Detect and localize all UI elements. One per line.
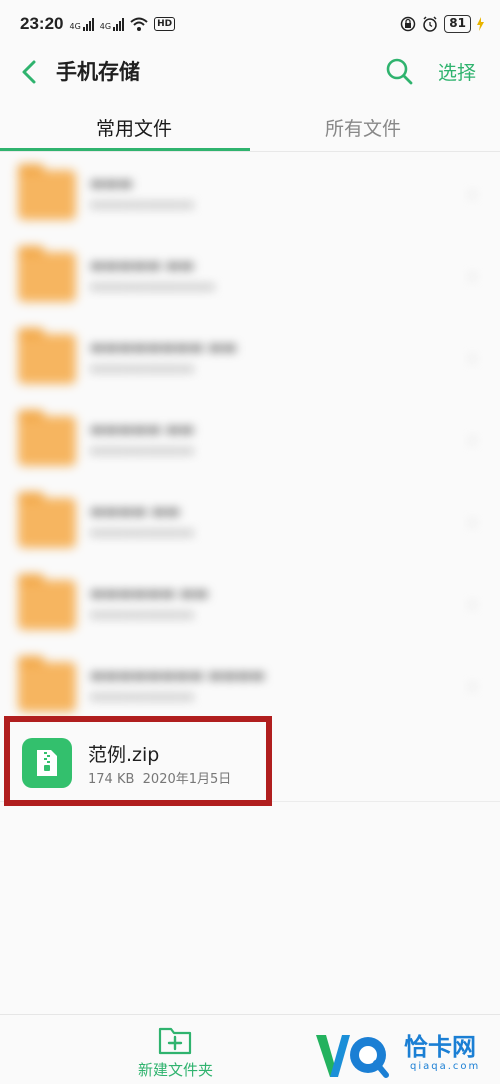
signal-icon-sim1: 4G	[69, 17, 94, 31]
chevron-right-icon: ›	[468, 594, 476, 615]
blurred-placeholder: ▬▬▬▬▬▬▬▬▬▬	[90, 690, 194, 703]
back-arrow-icon[interactable]	[18, 58, 42, 86]
tab-common-files[interactable]: 常用文件	[96, 114, 172, 141]
blurred-placeholder: ▬▬▬▬▬▬▬▬▬▬	[90, 608, 194, 621]
bottom-bar: 新建文件夹 恰卡网 qiaqa.com	[0, 1014, 500, 1084]
blurred-placeholder: ▬▬▬▬▬▬▬▬▬▬	[90, 444, 194, 457]
folder-icon	[18, 656, 76, 712]
list-item[interactable]: ▬▬▬▬▬ ▬▬ ▬▬▬▬▬▬▬▬▬▬▬▬ ›	[0, 234, 500, 316]
chevron-right-icon: ›	[468, 676, 476, 697]
alarm-icon	[423, 16, 438, 32]
app-header: 手机存储 选择	[0, 48, 500, 96]
folder-icon	[18, 410, 76, 466]
status-bar: 23:20 4G 4G HD 81	[0, 0, 500, 48]
search-icon[interactable]	[384, 56, 414, 86]
tab-all-files[interactable]: 所有文件	[325, 114, 401, 141]
select-button[interactable]: 选择	[438, 58, 476, 85]
folder-icon	[18, 574, 76, 630]
blurred-folder-list: ▬▬▬ ▬▬▬▬▬▬▬▬▬▬ › ▬▬▬▬▬ ▬▬ ▬▬▬▬▬▬▬▬▬▬▬▬ › ▬▬▬…	[0, 152, 500, 726]
signal-icon-sim2: 4G	[99, 17, 125, 31]
chevron-right-icon: ›	[468, 348, 476, 369]
blurred-placeholder: ▬▬▬▬▬▬▬▬▬▬	[90, 362, 194, 375]
blurred-placeholder: ▬▬▬▬▬▬▬▬▬▬▬▬	[90, 280, 215, 293]
list-item[interactable]: ▬▬▬▬ ▬▬ ▬▬▬▬▬▬▬▬▬▬ ›	[0, 480, 500, 562]
blurred-placeholder: ▬▬▬	[90, 174, 133, 192]
folder-icon	[18, 164, 76, 220]
network-type-label: 4G	[99, 21, 112, 31]
folder-icon	[18, 492, 76, 548]
watermark-subtext: qiaqa.com	[410, 1061, 481, 1072]
new-folder-button[interactable]: 新建文件夹	[138, 1059, 213, 1080]
list-item[interactable]: ▬▬▬▬▬▬▬▬ ▬▬▬▬ ▬▬▬▬▬▬▬▬▬▬ ›	[0, 644, 500, 726]
watermark-text: 恰卡网	[404, 1033, 476, 1061]
blurred-placeholder: ▬▬▬▬▬▬▬▬▬▬	[90, 198, 194, 211]
list-item[interactable]: ▬▬▬▬▬▬▬▬ ▬▬ ▬▬▬▬▬▬▬▬▬▬ ›	[0, 316, 500, 398]
blurred-placeholder: ▬▬▬▬▬▬▬▬ ▬▬▬▬	[90, 666, 265, 684]
watermark-logo-icon	[316, 1035, 389, 1078]
list-item[interactable]: ▬▬▬▬▬▬ ▬▬ ▬▬▬▬▬▬▬▬▬▬ ›	[0, 562, 500, 644]
folder-icon	[18, 246, 76, 302]
wifi-icon	[130, 17, 148, 31]
tab-bar: 常用文件 所有文件	[0, 108, 500, 152]
rotation-lock-icon	[401, 16, 416, 32]
list-item[interactable]: ▬▬▬ ▬▬▬▬▬▬▬▬▬▬ ›	[0, 152, 500, 234]
highlight-box	[4, 716, 272, 806]
blurred-placeholder: ▬▬▬▬▬ ▬▬	[90, 420, 194, 438]
network-type-label: 4G	[69, 21, 81, 31]
blurred-placeholder: ▬▬▬▬▬ ▬▬	[90, 256, 194, 274]
tab-active-indicator	[0, 148, 250, 151]
chevron-right-icon: ›	[468, 512, 476, 533]
list-item[interactable]: ▬▬▬▬▬ ▬▬ ▬▬▬▬▬▬▬▬▬▬ ›	[0, 398, 500, 480]
blurred-placeholder: ▬▬▬▬▬▬▬▬▬▬	[90, 526, 194, 539]
page-title: 手机存储	[56, 60, 140, 84]
chevron-right-icon: ›	[468, 430, 476, 451]
battery-icon: 81	[444, 15, 471, 33]
folder-icon	[18, 328, 76, 384]
blurred-placeholder: ▬▬▬▬▬▬ ▬▬	[90, 584, 209, 602]
hd-badge: HD	[154, 17, 176, 31]
blurred-placeholder: ▬▬▬▬▬▬▬▬ ▬▬	[90, 338, 237, 356]
chevron-right-icon: ›	[468, 266, 476, 287]
status-time: 23:20	[20, 14, 64, 33]
blurred-placeholder: ▬▬▬▬ ▬▬	[90, 502, 180, 520]
chevron-right-icon: ›	[468, 184, 476, 205]
charging-icon	[477, 17, 484, 31]
new-folder-icon[interactable]	[158, 1025, 192, 1055]
